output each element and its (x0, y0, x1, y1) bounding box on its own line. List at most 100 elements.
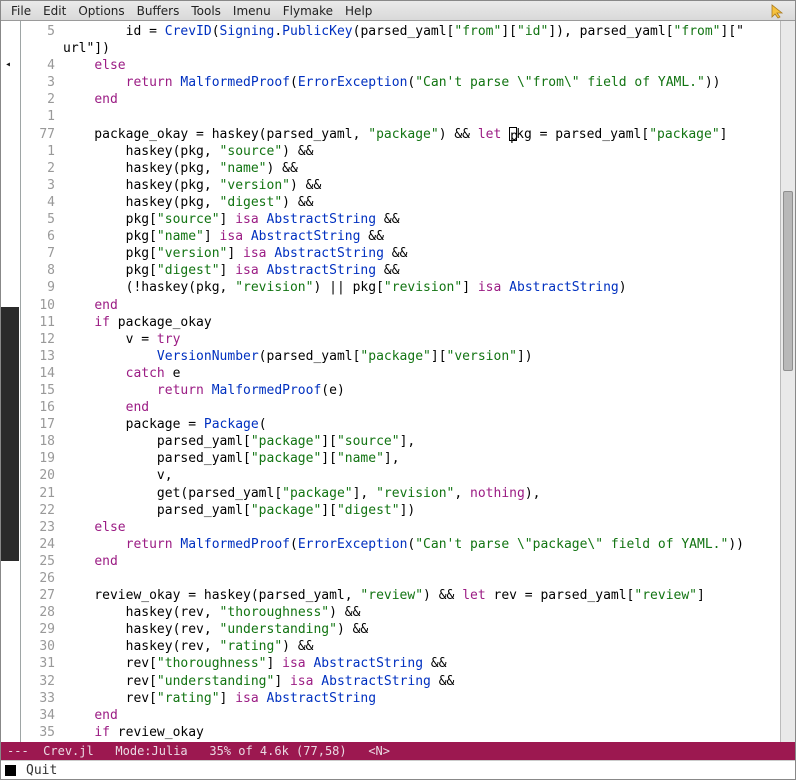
code-line: get(parsed_yaml["package"], "revision", … (63, 485, 780, 502)
scrollbar-thumb[interactable] (783, 191, 793, 371)
code-line: end (63, 91, 780, 108)
lineno: 11 (21, 314, 63, 331)
editor-area[interactable]: ◂ 5 id = CrevID(Signing.PublicKey(parsed… (1, 21, 795, 742)
code-line: return MalformedProof(ErrorException("Ca… (63, 74, 780, 91)
lineno: 18 (21, 433, 63, 450)
menu-flymake[interactable]: Flymake (277, 4, 339, 18)
region-highlight-fringe (1, 307, 19, 561)
code-line: haskey(pkg, "version") && (63, 177, 780, 194)
lineno: 17 (21, 416, 63, 433)
lineno: 1 (21, 108, 63, 125)
code-line: return MalformedProof(e) (63, 382, 780, 399)
fringe-left: ◂ (1, 21, 21, 742)
code-line: parsed_yaml["package"]["digest"]) (63, 502, 780, 519)
code-line: else (63, 519, 780, 536)
lineno: 21 (21, 485, 63, 502)
lineno: 23 (21, 519, 63, 536)
code-line: return MalformedProof(ErrorException("Ca… (63, 536, 780, 553)
code-line: end (63, 297, 780, 314)
menu-imenu[interactable]: Imenu (227, 4, 277, 18)
lineno: 7 (21, 245, 63, 262)
code-line: VersionNumber(parsed_yaml["package"]["ve… (63, 348, 780, 365)
code-line: url"]) (63, 40, 780, 57)
lineno: 19 (21, 450, 63, 467)
code-line: package_okay = haskey(parsed_yaml, "pack… (63, 126, 780, 143)
code-line: v = try (63, 331, 780, 348)
code-line: rev["rating"] isa AbstractString (63, 690, 780, 707)
code-line: if review_okay (63, 724, 780, 741)
lineno: 1 (21, 143, 63, 160)
echo-text: Quit (26, 763, 57, 778)
lineno: 14 (21, 365, 63, 382)
lineno: 6 (21, 228, 63, 245)
code-line: (!haskey(pkg, "revision") || pkg["revisi… (63, 279, 780, 296)
code-line: review = Review(parsed_yaml["review"]["t… (63, 741, 780, 742)
lineno: 27 (21, 587, 63, 604)
lineno: 4 (21, 194, 63, 211)
lineno: 32 (21, 673, 63, 690)
lineno: 35 (21, 724, 63, 741)
lineno (21, 40, 63, 57)
code-line: end (63, 553, 780, 570)
code-line (63, 108, 780, 125)
code-line: haskey(rev, "thoroughness") && (63, 604, 780, 621)
lineno: 26 (21, 570, 63, 587)
lineno: 28 (21, 604, 63, 621)
modeline-position: 35% of 4.6k (77,58) (209, 744, 346, 758)
modeline-modified: --- (7, 744, 29, 758)
lineno: 36 (21, 741, 63, 742)
menu-buffers[interactable]: Buffers (131, 4, 186, 18)
modeline-mode[interactable]: Mode:Julia (115, 744, 187, 758)
lineno: 5 (21, 23, 63, 40)
lineno: 5 (21, 211, 63, 228)
code-line: haskey(pkg, "name") && (63, 160, 780, 177)
emacs-window: File Edit Options Buffers Tools Imenu Fl… (0, 0, 796, 780)
menubar: File Edit Options Buffers Tools Imenu Fl… (1, 1, 795, 21)
wrap-indicator-icon: ◂ (5, 59, 11, 70)
code-line: haskey(rev, "understanding") && (63, 621, 780, 638)
code-line: pkg["version"] isa AbstractString && (63, 245, 780, 262)
code-line: v, (63, 467, 780, 484)
minibuffer-cursor-icon (5, 765, 16, 776)
echo-area: Quit (1, 760, 795, 779)
code-line: catch e (63, 365, 780, 382)
lineno: 13 (21, 348, 63, 365)
lineno: 10 (21, 297, 63, 314)
code-line: pkg["source"] isa AbstractString && (63, 211, 780, 228)
code-line: parsed_yaml["package"]["name"], (63, 450, 780, 467)
code-line: pkg["digest"] isa AbstractString && (63, 262, 780, 279)
modeline-buffer-name[interactable]: Crev.jl (43, 744, 94, 758)
code-line: id = CrevID(Signing.PublicKey(parsed_yam… (63, 23, 780, 40)
code-line: haskey(pkg, "source") && (63, 143, 780, 160)
modeline[interactable]: --- Crev.jl Mode:Julia 35% of 4.6k (77,5… (1, 742, 795, 760)
code-line: rev["thoroughness"] isa AbstractString &… (63, 655, 780, 672)
code-line: end (63, 707, 780, 724)
menu-tools[interactable]: Tools (185, 4, 227, 18)
code-line: haskey(pkg, "digest") && (63, 194, 780, 211)
menu-help[interactable]: Help (339, 4, 378, 18)
menu-file[interactable]: File (5, 4, 37, 18)
scrollbar-vertical[interactable] (780, 21, 795, 742)
lineno: 16 (21, 399, 63, 416)
code-line: parsed_yaml["package"]["source"], (63, 433, 780, 450)
code-line: haskey(rev, "rating") && (63, 638, 780, 655)
lineno: 2 (21, 160, 63, 177)
lineno: 2 (21, 91, 63, 108)
lineno: 3 (21, 74, 63, 91)
lineno: 20 (21, 467, 63, 484)
lineno: 29 (21, 621, 63, 638)
code-line: rev["understanding"] isa AbstractString … (63, 673, 780, 690)
menu-edit[interactable]: Edit (37, 4, 72, 18)
lineno: 25 (21, 553, 63, 570)
lineno: 34 (21, 707, 63, 724)
code-line: else (63, 57, 780, 74)
menu-options[interactable]: Options (72, 4, 130, 18)
lineno: 15 (21, 382, 63, 399)
code-line: end (63, 399, 780, 416)
lineno: 24 (21, 536, 63, 553)
code-lines[interactable]: 5 id = CrevID(Signing.PublicKey(parsed_y… (21, 21, 780, 742)
lineno: 33 (21, 690, 63, 707)
code-line: package = Package( (63, 416, 780, 433)
pointer-icon (769, 3, 785, 19)
modeline-status: <N> (368, 744, 390, 758)
